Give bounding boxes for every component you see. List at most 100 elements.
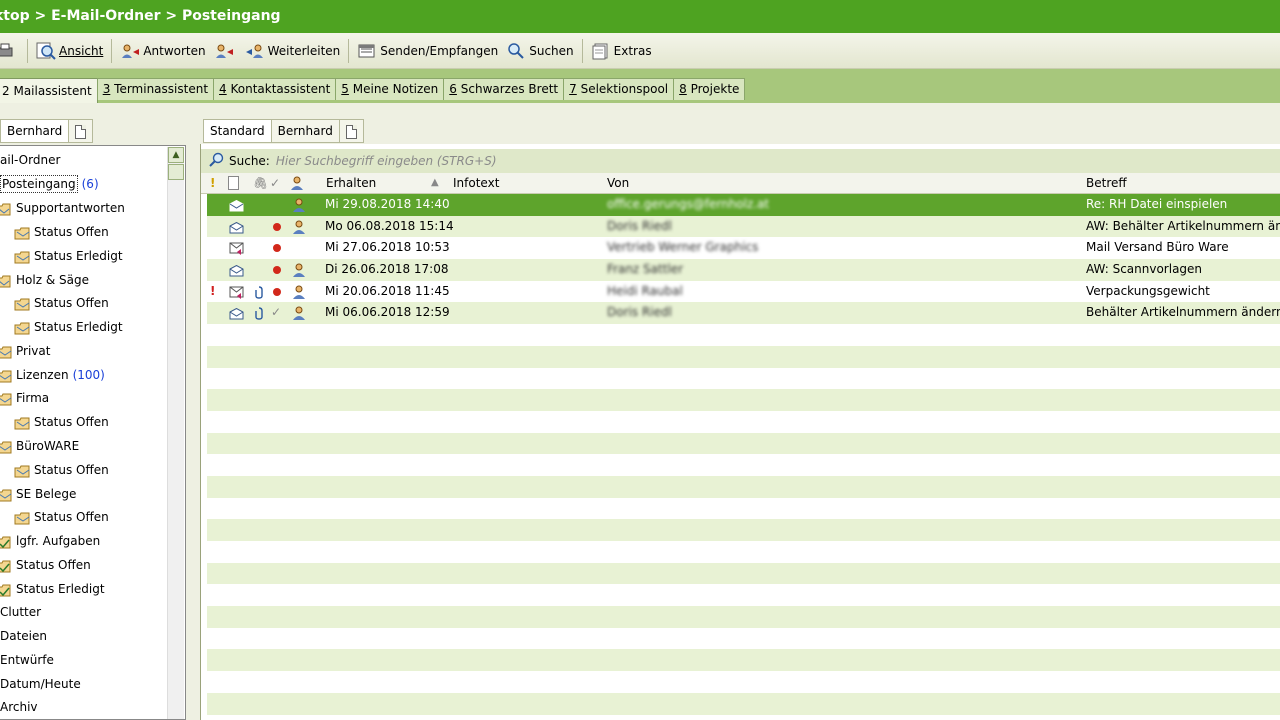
folder-label: Status Erledigt — [34, 249, 123, 263]
scroll-thumb[interactable] — [168, 164, 184, 180]
toolbar-separator — [581, 38, 583, 63]
tab-mailassistent[interactable]: 2 Mailassistent — [0, 78, 98, 103]
extras-button[interactable]: Extras — [587, 37, 656, 65]
email-row[interactable]: ✓ Mi 06.06.2018 12:59 Doris Riedl Behälter … — [207, 302, 1280, 325]
subtab-new-view[interactable] — [338, 119, 364, 143]
reply-icon — [120, 42, 140, 60]
folder-tree-item[interactable]: Datum/Heute — [0, 674, 81, 694]
folder-tree-item[interactable]: lgfr. Aufgaben — [0, 531, 100, 551]
mail-folder-icon — [0, 203, 12, 216]
subject-column-header[interactable]: Betreff — [1086, 176, 1127, 190]
subtab-label: Bernhard — [277, 124, 333, 138]
folder-label: Status Offen — [34, 296, 109, 310]
folder-tree-item[interactable]: Lizenzen (100) — [0, 365, 105, 385]
folder-tree-item[interactable]: Status Offen — [14, 412, 109, 432]
tab-number: 7 — [569, 82, 577, 96]
forward-button[interactable]: Weiterleiten — [241, 37, 345, 65]
status-red-dot-icon[interactable] — [273, 259, 281, 282]
folder-tree-item[interactable]: Status Erledigt — [14, 317, 123, 337]
folder-tree-item[interactable]: Privat — [0, 341, 50, 361]
email-row[interactable]: ! Mi 20.06.2018 11:45 Heidi Raubal Verpacku… — [207, 281, 1280, 303]
search-button[interactable]: Suchen — [502, 37, 577, 65]
tab-schwarzes-brett[interactable]: 6 Schwarzes Brett — [443, 78, 565, 100]
folder-tree-item[interactable]: SE Belege — [0, 484, 76, 504]
subtab-label: Standard — [210, 124, 265, 138]
high-priority-icon: ! — [210, 283, 216, 298]
empty-row — [207, 541, 1280, 563]
tree-scrollbar[interactable]: ▲ — [167, 147, 184, 719]
subtab-user-folders[interactable]: Bernhard — [0, 119, 70, 143]
view-icon — [36, 42, 56, 60]
folder-label: Status Offen — [34, 510, 109, 524]
status-red-dot-icon[interactable] — [273, 281, 281, 304]
reply-button[interactable]: Antworten — [116, 37, 209, 65]
folder-tree-item[interactable]: Clutter — [0, 602, 41, 622]
tab-kontaktassistent[interactable]: 4 Kontaktassistent — [213, 78, 337, 100]
folder-tree-item[interactable]: BüroWARE — [0, 436, 79, 456]
tab-projekte[interactable]: 8 Projekte — [673, 78, 746, 100]
folder-tree-item[interactable]: Status Offen — [14, 507, 109, 527]
subtab-new[interactable] — [68, 119, 94, 143]
tab-selektionspool[interactable]: 7 Selektionspool — [563, 78, 675, 100]
reply-all-button[interactable] — [210, 37, 241, 65]
type-column-icon[interactable] — [228, 176, 239, 193]
folder-tree-item[interactable]: Dateien — [0, 626, 47, 646]
folder-tree-item[interactable]: Status Erledigt — [0, 579, 105, 599]
email-row[interactable]: Mi 29.08.2018 14:40 office.gerungs@fernho… — [207, 194, 1280, 216]
folder-tree-item[interactable]: Supportantworten — [0, 198, 125, 218]
folder-label: Privat — [16, 344, 51, 358]
status-red-dot-icon[interactable] — [273, 216, 281, 239]
priority-column-header[interactable]: ! — [210, 176, 215, 190]
received-column-header[interactable]: Erhalten — [326, 176, 376, 190]
status-red-dot-icon[interactable] — [273, 237, 281, 260]
new-document-icon — [345, 124, 357, 139]
search-icon — [209, 152, 225, 171]
tab-terminassistent[interactable]: 3 Terminassistent — [96, 78, 215, 100]
empty-row — [207, 389, 1280, 411]
search-bar[interactable]: Suche: Hier Suchbegriff eingeben (STRG+S… — [201, 149, 1280, 173]
tab-label: Mailassistent — [13, 84, 92, 98]
info-column-header[interactable]: Infotext — [453, 176, 499, 190]
send-receive-button[interactable]: Senden/Empfangen — [353, 37, 502, 65]
folder-tree-item[interactable]: Holz & Säge — [0, 270, 89, 290]
folder-tree[interactable]: ▲ ail-Ordner Posteingang (6) Supportantwort… — [0, 145, 186, 720]
search-input[interactable]: Hier Suchbegriff eingeben (STRG+S) — [276, 154, 497, 168]
contact-column-icon[interactable] — [291, 176, 303, 193]
folder-tree-item[interactable]: Status Erledigt — [14, 246, 123, 266]
folder-label: Firma — [16, 391, 50, 405]
folder-tree-item[interactable]: Status Offen — [14, 222, 109, 242]
folder-tree-item[interactable]: Firma — [0, 388, 49, 408]
folder-tree-item[interactable]: Posteingang (6) — [0, 174, 99, 194]
reply-label: Antworten — [143, 43, 206, 58]
done-check-icon[interactable]: ✓ — [271, 302, 281, 324]
email-row[interactable]: Di 26.06.2018 17:08 Franz Sattler AW: Scan… — [207, 259, 1280, 281]
email-row[interactable]: Mi 27.06.2018 10:53 Vertrieb Werner Graph… — [207, 237, 1280, 259]
mail-folder-icon — [0, 275, 12, 288]
folder-tree-item[interactable]: Status Offen — [0, 555, 91, 575]
mail-folder-icon — [14, 465, 30, 478]
email-row[interactable]: Mo 06.08.2018 15:14 Doris Riedl AW: Behält… — [207, 215, 1280, 239]
received-date: Mi 20.06.2018 11:45 — [325, 283, 450, 298]
folder-tree-item[interactable]: Status Offen — [14, 460, 109, 480]
done-column-icon[interactable]: ✓ — [270, 176, 280, 190]
folder-label: Datum/Heute — [0, 677, 81, 691]
subtab-user-view[interactable]: Bernhard — [270, 119, 340, 143]
mail-folder-icon — [0, 393, 12, 406]
folder-tree-item[interactable]: Entwürfe — [0, 650, 54, 670]
folder-tree-item[interactable]: ail-Ordner — [0, 150, 60, 170]
from-column-header[interactable]: Von — [607, 176, 629, 190]
folder-label: BüroWARE — [16, 439, 80, 453]
scroll-up-arrow-icon[interactable]: ▲ — [168, 147, 184, 163]
forward-label: Weiterleiten — [267, 43, 341, 58]
tab-label: Projekte — [690, 82, 740, 96]
subtab-standard[interactable]: Standard — [203, 119, 272, 143]
view-button[interactable]: Ansicht — [32, 37, 107, 65]
folder-tree-item[interactable]: Archiv — [0, 697, 38, 717]
attachment-column-icon[interactable]: 🖇︎ — [253, 176, 268, 190]
tab-number: 5 — [341, 82, 349, 96]
toolbar-separator — [348, 38, 350, 63]
folder-tree-item[interactable]: Status Offen — [14, 293, 109, 313]
search-icon — [506, 42, 526, 60]
print-button[interactable] — [0, 37, 23, 65]
tab-meine-notizen[interactable]: 5 Meine Notizen — [335, 78, 445, 100]
